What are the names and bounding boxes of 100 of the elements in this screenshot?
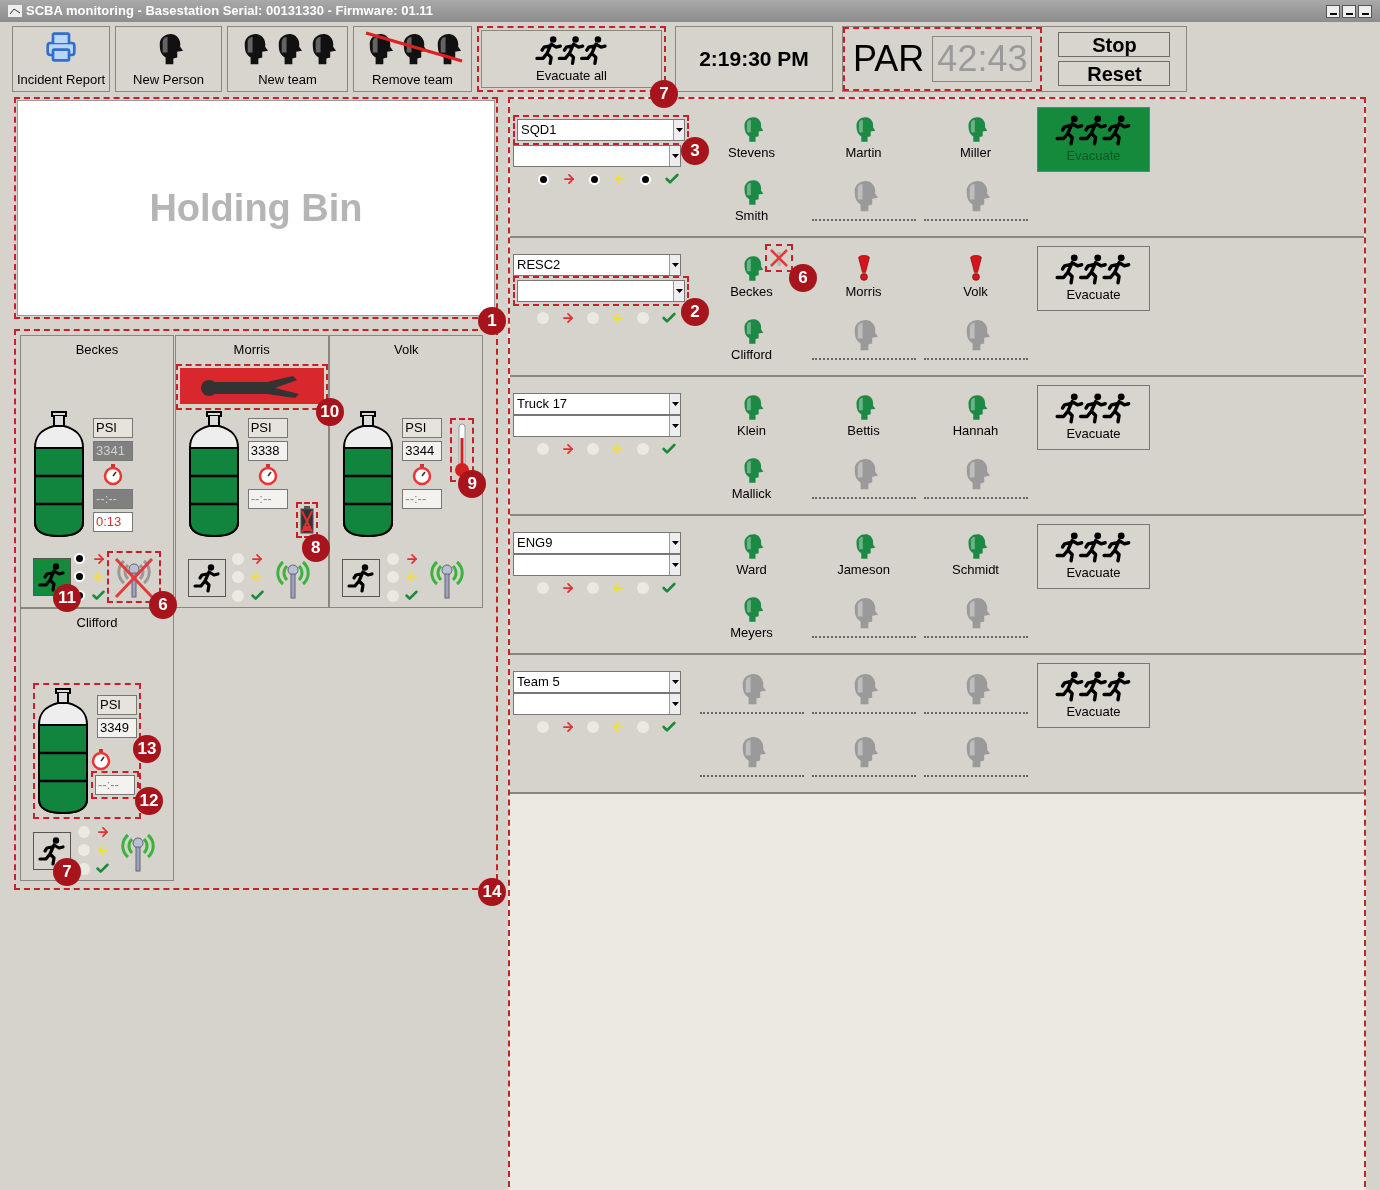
- caret-icon: [675, 289, 683, 293]
- member-name: Morris: [845, 282, 882, 301]
- team-dropdown[interactable]: Truck 17: [513, 393, 681, 415]
- team-dropdown[interactable]: Team 5: [513, 671, 681, 693]
- team-dropdown[interactable]: ENG9: [513, 532, 681, 554]
- dropdown-value: RESC2: [516, 256, 562, 274]
- running-person-icon: [37, 835, 67, 866]
- check-icon: [661, 719, 677, 735]
- caret-icon: [671, 702, 679, 706]
- psi-value: 3338: [247, 440, 288, 461]
- member-name: Meyers: [730, 623, 773, 642]
- caret-icon: [671, 402, 679, 406]
- team-dropdown[interactable]: [513, 145, 681, 167]
- member-name: Bettis: [847, 421, 880, 440]
- check-icon: [661, 310, 677, 326]
- callout-number: 6: [149, 591, 177, 619]
- minimize-icon[interactable]: [1326, 4, 1340, 18]
- psi-label: PSI: [247, 417, 288, 438]
- member-name: Volk: [963, 282, 988, 301]
- callout-number: 9: [458, 469, 487, 498]
- toolbar-button[interactable]: Incident Report: [12, 26, 110, 92]
- evacuate-button[interactable]: Evacuate: [1037, 246, 1150, 311]
- arrow-left-icon: [611, 311, 625, 325]
- window-title: SCBA monitoring - Basestation Serial: 00131330 - Firmware: 01.11: [26, 2, 433, 21]
- psi-label: PSI: [97, 694, 137, 715]
- par-label: PAR: [853, 37, 925, 81]
- member-name: Smith: [734, 206, 769, 225]
- callout-number: 13: [133, 734, 161, 763]
- member-name: Klein: [737, 421, 766, 440]
- member-name: Mallick: [731, 484, 772, 503]
- stopwatch-icon: [412, 463, 433, 486]
- member-name: Clifford: [731, 345, 772, 364]
- team-dropdown[interactable]: [513, 693, 681, 715]
- team-dropdown[interactable]: RESC2: [513, 254, 681, 276]
- arrow-right-icon: [561, 720, 575, 734]
- arrow-right-icon: [404, 552, 419, 566]
- arrow-right-icon: [561, 442, 575, 456]
- caret-icon: [671, 424, 679, 428]
- toolbar-button[interactable]: Remove team: [353, 26, 472, 92]
- team-dropdown[interactable]: [513, 415, 681, 437]
- crew-name: Beckes: [75, 341, 119, 359]
- timer-field: --:--: [95, 774, 135, 795]
- arrow-left-icon: [613, 172, 627, 186]
- arrow-left-icon: [250, 570, 265, 584]
- callout-number: 8: [301, 533, 330, 562]
- dropdown-value: SQD1: [520, 121, 558, 139]
- reset-button[interactable]: Reset: [1058, 61, 1171, 86]
- callout-number: 1: [478, 307, 506, 335]
- strike-line-icon: [363, 31, 464, 65]
- psi-label: PSI: [93, 417, 133, 438]
- crew-name: Clifford: [76, 614, 118, 632]
- check-icon: [91, 587, 106, 603]
- check-icon: [404, 588, 420, 603]
- air-tank-icon: [187, 409, 240, 538]
- caret-icon: [671, 263, 679, 267]
- clock: 2:19:30 PM: [675, 26, 833, 92]
- arrow-right-icon: [250, 552, 265, 566]
- callout-number: 10: [315, 397, 344, 426]
- arrow-left-icon: [404, 570, 419, 584]
- psi-value: 3341: [93, 440, 133, 461]
- evacuate-button[interactable]: Evacuate: [1037, 385, 1150, 450]
- arrow-right-icon: [561, 311, 575, 325]
- toolbar-button[interactable]: New team: [227, 26, 348, 92]
- arrow-right-icon: [561, 581, 575, 595]
- callout-number: 2: [681, 298, 709, 326]
- callout-number: 6: [789, 264, 817, 292]
- team-dropdown[interactable]: [513, 554, 681, 576]
- member-name: Martin: [845, 143, 882, 162]
- team-dropdown[interactable]: SQD1: [517, 119, 685, 141]
- par-timer: 42:43: [932, 36, 1033, 82]
- dropdown-value: ENG9: [516, 534, 554, 552]
- timer-field: --:--: [247, 488, 288, 509]
- dropdown-value: Team 5: [516, 673, 561, 691]
- toolbar-button[interactable]: New Person: [115, 26, 222, 92]
- check-icon: [664, 171, 680, 187]
- evacuate-button[interactable]: Evacuate: [1037, 524, 1150, 589]
- callout-number: 12: [135, 786, 163, 815]
- timer-field: --:--: [402, 488, 443, 509]
- evacuate-button[interactable]: Evacuate: [1037, 663, 1150, 728]
- crew-name: Morris: [233, 341, 270, 359]
- stopwatch-icon: [103, 463, 123, 486]
- air-tank-icon: [33, 409, 85, 538]
- check-icon: [661, 580, 677, 596]
- dropdown-value: Truck 17: [516, 395, 569, 413]
- stop-button[interactable]: Stop: [1058, 32, 1171, 57]
- arrow-right-icon: [562, 172, 576, 186]
- member-name: Ward: [736, 560, 767, 579]
- member-name: Beckes: [730, 282, 773, 301]
- arrow-left-icon: [611, 442, 625, 456]
- air-tank-icon: [37, 686, 89, 815]
- check-icon: [95, 861, 110, 876]
- member-name: Miller: [959, 143, 992, 162]
- psi-value: 3344: [402, 440, 443, 461]
- app-icon: [8, 5, 22, 17]
- caret-icon: [671, 563, 679, 567]
- caret-icon: [671, 680, 679, 684]
- toolbar-button[interactable]: Evacuate all: [481, 30, 662, 88]
- check-icon: [249, 588, 265, 603]
- psi-value: 3349: [97, 717, 137, 738]
- callout-number: 14: [478, 878, 506, 906]
